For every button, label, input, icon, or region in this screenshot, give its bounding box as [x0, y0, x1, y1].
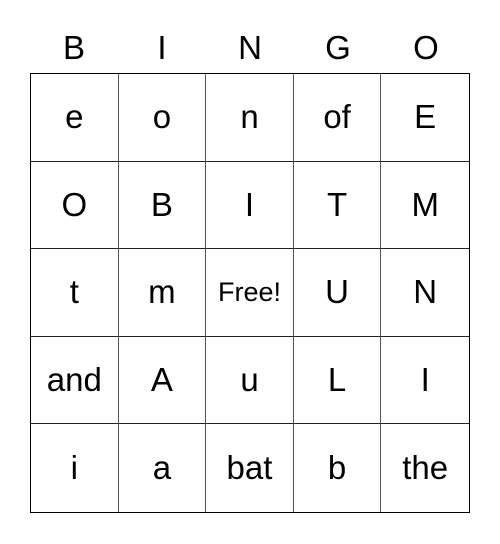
bingo-cell: O [31, 161, 119, 250]
bingo-cell: L [293, 336, 382, 425]
bingo-cell: T [293, 161, 382, 250]
bingo-header: B I N G O [30, 26, 470, 70]
bingo-cell: of [293, 74, 382, 162]
free-space-cell: Free! [206, 249, 294, 337]
bingo-cell: the [402, 449, 449, 487]
bingo-cell: o [118, 74, 207, 162]
header-letter: I [157, 29, 167, 66]
bingo-cell: B [118, 161, 207, 250]
bingo-cell: t [31, 249, 119, 337]
bingo-cell: M [381, 162, 469, 250]
bingo-cell: I [206, 161, 294, 250]
bingo-cell: a [119, 424, 207, 512]
bingo-cell: m [118, 249, 207, 337]
bingo-grid: e o n of E O B I T Mt m Free! U Nand Au L Ii a bat b the [30, 73, 470, 513]
bingo-cell: n [206, 74, 294, 162]
bingo-cell: bat [206, 424, 294, 512]
header-letter: B [62, 29, 85, 66]
bingo-cell: E [381, 74, 469, 162]
bingo-cell: U [293, 249, 382, 337]
header-letter: O [413, 29, 439, 66]
header-letter: N [238, 29, 262, 66]
header-letter: G [325, 29, 351, 66]
bingo-cell: e [31, 74, 119, 162]
bingo-cell: N [381, 249, 469, 337]
bingo-cell: A [118, 336, 207, 425]
bingo-cell: b [294, 424, 382, 512]
bingo-cell: and [31, 336, 119, 425]
bingo-cell: u [206, 336, 294, 425]
bingo-cell: i [31, 424, 119, 512]
bingo-cell: I [381, 337, 469, 425]
